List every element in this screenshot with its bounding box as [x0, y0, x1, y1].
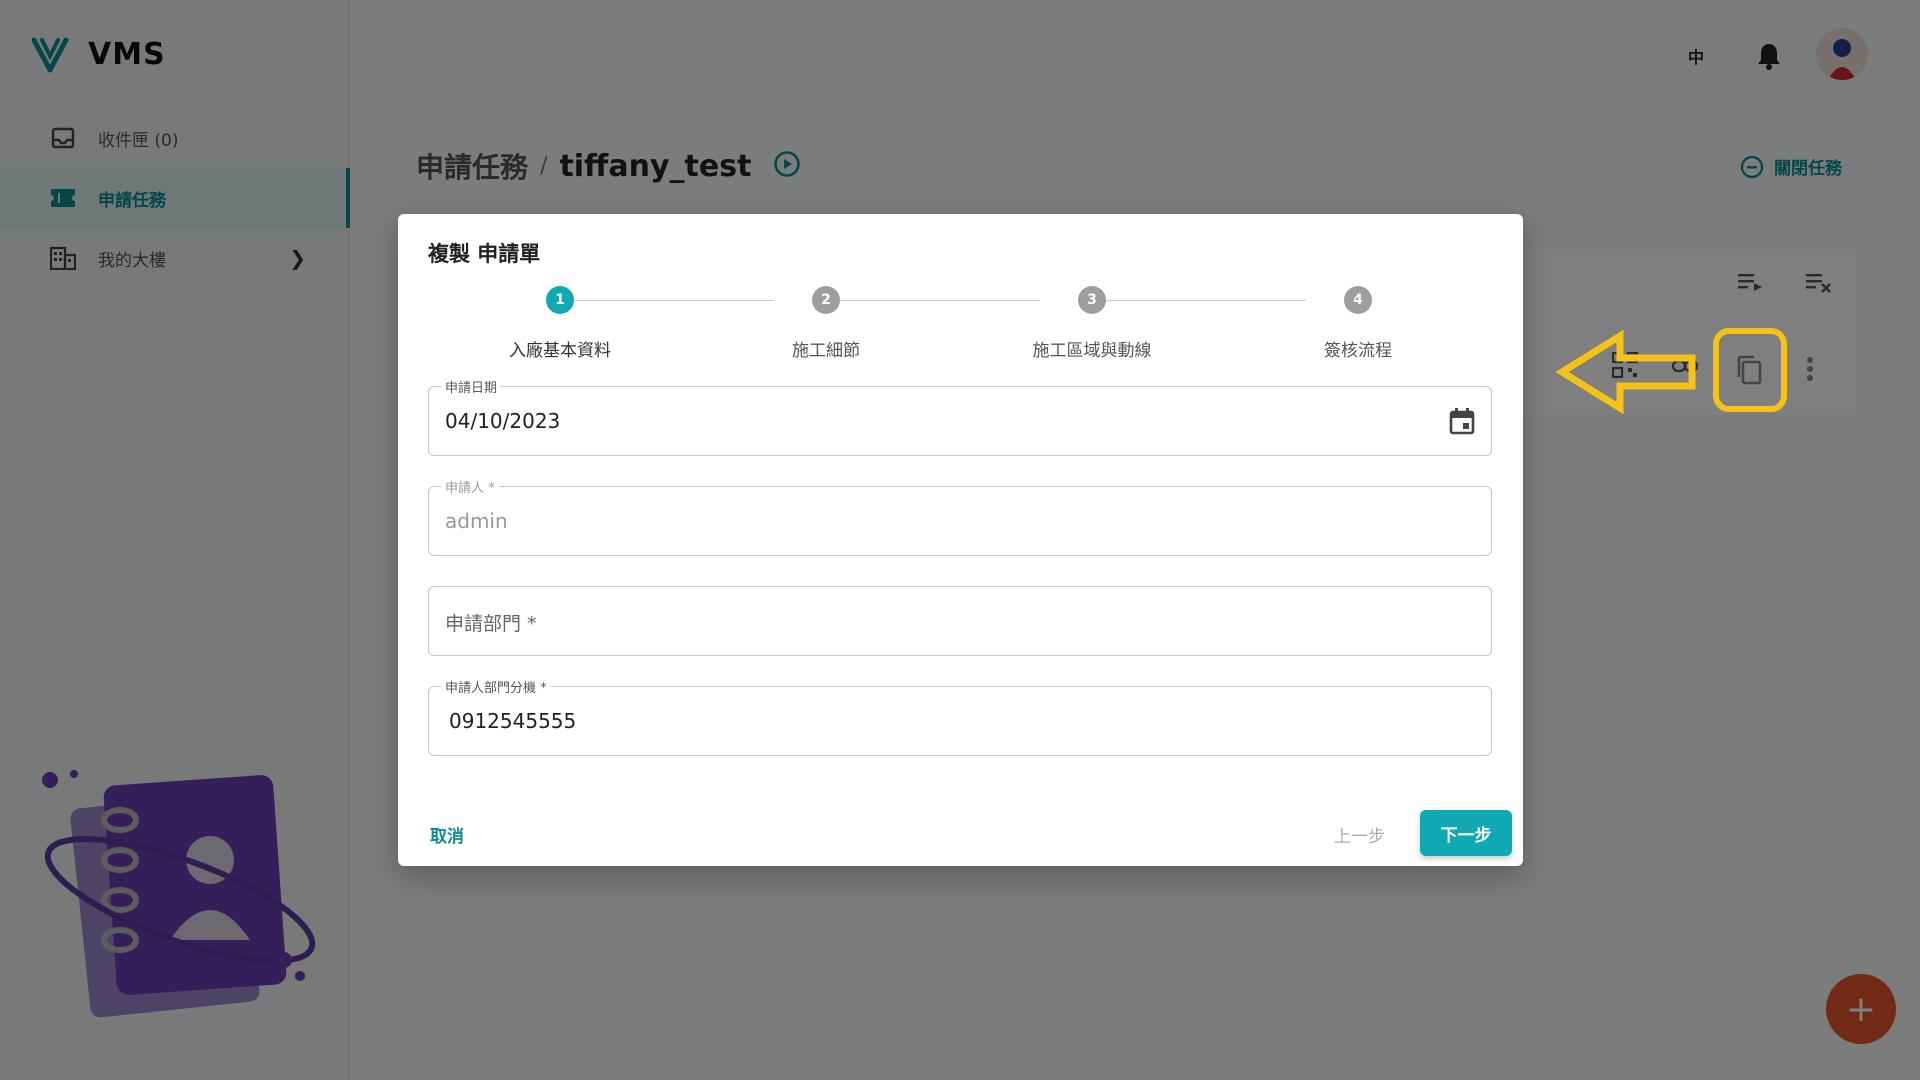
department-field[interactable]: 申請部門 *	[428, 586, 1492, 656]
next-step-button[interactable]: 下一步	[1420, 810, 1512, 856]
more-vert-icon[interactable]	[1806, 356, 1814, 386]
step-label: 簽核流程	[1324, 341, 1392, 361]
step-4[interactable]: 4 簽核流程	[1258, 286, 1458, 361]
stepper: 1 入廠基本資料 2 施工細節 3 施工區域與動線 4 簽核流程	[398, 286, 1523, 366]
field-value: 0912545555	[449, 709, 577, 733]
step-3[interactable]: 3 施工區域與動線	[992, 286, 1192, 361]
step-number: 1	[546, 286, 574, 314]
previous-step-button[interactable]: 上一步	[1334, 822, 1385, 847]
step-number: 3	[1078, 286, 1106, 314]
applicant-field: 申請人 * admin	[428, 477, 1492, 556]
step-number: 4	[1344, 286, 1372, 314]
field-placeholder: 申請部門 *	[445, 613, 537, 635]
field-label: 申請日期	[441, 377, 502, 396]
copy-application-dialog: 複製 申請單 1 入廠基本資料 2 施工細節 3 施工區域與動線 4 簽核流程 …	[398, 214, 1523, 866]
field-label: 申請人部門分機 *	[441, 677, 551, 696]
annotation-arrow-icon	[1555, 329, 1696, 418]
copy-icon[interactable]	[1734, 354, 1764, 390]
cancel-button[interactable]: 取消	[430, 822, 464, 847]
field-label: 申請人 *	[441, 477, 499, 496]
step-label: 入廠基本資料	[509, 341, 611, 361]
step-number: 2	[812, 286, 840, 314]
apply-date-field[interactable]: 申請日期 04/10/2023	[428, 377, 1492, 456]
field-value: admin	[445, 509, 508, 533]
dialog-title: 複製 申請單	[428, 242, 541, 266]
field-value: 04/10/2023	[445, 409, 561, 433]
step-2[interactable]: 2 施工細節	[726, 286, 926, 361]
extension-field[interactable]: 申請人部門分機 * 0912545555	[428, 677, 1492, 756]
step-1[interactable]: 1 入廠基本資料	[460, 286, 660, 361]
step-label: 施工細節	[792, 341, 860, 361]
step-label: 施工區域與動線	[1032, 341, 1152, 361]
calendar-icon[interactable]	[1449, 407, 1475, 439]
